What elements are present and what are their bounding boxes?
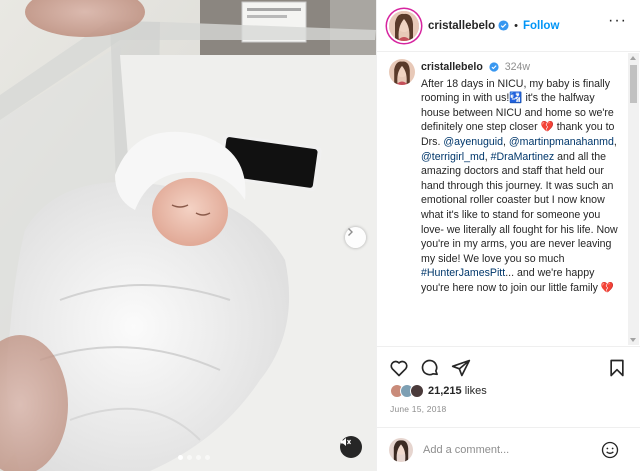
scroll-up-arrow-icon[interactable] — [630, 56, 636, 60]
caption-text-segment: 💔 — [600, 281, 615, 294]
caption-mention-link[interactable]: @terrigirl_md — [421, 151, 485, 163]
more-options-button[interactable]: ··· — [608, 13, 627, 29]
newborn-photo — [0, 0, 376, 471]
follow-button[interactable]: Follow — [523, 20, 559, 32]
caption-mention-link[interactable]: #HunterJamesPitt — [421, 267, 505, 279]
caption-mention-link[interactable]: #DraMartinez — [491, 151, 555, 163]
current-user-avatar-image — [389, 437, 413, 462]
carousel-dot — [178, 455, 183, 460]
caption-text-segment: 🛂 — [509, 92, 523, 105]
liker-avatar — [410, 384, 424, 398]
caption-timestamp[interactable]: 324w — [505, 61, 530, 73]
author-avatar-image — [389, 10, 419, 41]
post-actions: 21,215 likes June 15, 2018 — [377, 346, 640, 426]
caption-mention-link[interactable]: @martinpmanahanmd — [509, 136, 614, 148]
carousel-dot — [196, 455, 201, 460]
scroll-down-arrow-icon[interactable] — [630, 338, 636, 342]
speaker-muted-icon — [341, 438, 351, 446]
caption-scrollbar[interactable] — [628, 53, 639, 345]
comment-composer — [377, 427, 640, 471]
carousel-dot — [205, 455, 210, 460]
post-date[interactable]: June 15, 2018 — [390, 404, 446, 414]
mute-toggle-button[interactable] — [340, 436, 362, 458]
scroll-thumb[interactable] — [630, 65, 637, 103]
smiley-icon[interactable] — [601, 441, 619, 459]
next-slide-button[interactable] — [345, 227, 366, 248]
heart-icon[interactable] — [389, 358, 409, 378]
bookmark-icon[interactable] — [607, 358, 627, 378]
post-details-panel: cristallebelo • Follow ··· cristallebelo — [376, 0, 640, 471]
author-username[interactable]: cristallebelo — [428, 20, 495, 32]
comment-bubble-icon[interactable] — [420, 358, 440, 378]
post-header: cristallebelo • Follow ··· — [377, 0, 640, 52]
header-separator: • — [514, 19, 518, 32]
likes-text[interactable]: 21,215 likes — [428, 385, 487, 397]
paper-plane-icon[interactable] — [451, 358, 471, 378]
likes-count: 21,215 — [428, 385, 462, 397]
caption-avatar-image — [389, 59, 415, 85]
likes-summary[interactable]: 21,215 likes — [390, 384, 487, 398]
chevron-right-icon — [348, 228, 353, 236]
post-media[interactable] — [0, 0, 376, 471]
carousel-dot — [187, 455, 192, 460]
caption-mention-link[interactable]: @ayenuguid — [443, 136, 503, 148]
caption-text-segment: 💔 — [540, 121, 554, 134]
author-avatar[interactable] — [389, 10, 419, 41]
caption-body: After 18 days in NICU, my baby is finall… — [421, 77, 621, 296]
likes-label: likes — [464, 385, 487, 397]
carousel-dots — [178, 455, 210, 460]
caption-text: cristallebelo 324w After 18 days in NICU… — [421, 60, 621, 296]
caption-author-avatar[interactable] — [389, 59, 415, 85]
current-user-avatar — [389, 437, 413, 462]
caption-text-segment: , — [613, 135, 617, 148]
caption-text-segment: and all the amazing doctors and staff th… — [421, 150, 618, 265]
verified-badge-icon — [489, 62, 499, 72]
caption-username[interactable]: cristallebelo — [421, 61, 483, 73]
caption-section: cristallebelo 324w After 18 days in NICU… — [377, 53, 629, 345]
verified-badge-icon — [498, 20, 509, 31]
comment-input[interactable] — [423, 443, 603, 456]
